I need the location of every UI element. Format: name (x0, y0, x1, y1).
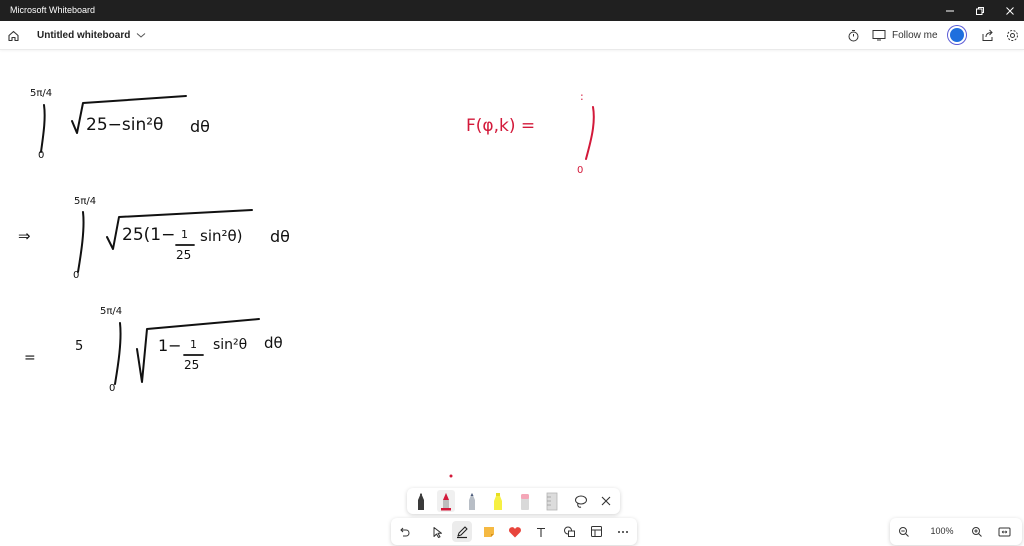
sticky-note-button[interactable] (479, 521, 499, 542)
follow-me-label: Follow me (892, 29, 938, 41)
lasso-select-button[interactable] (572, 490, 590, 512)
more-icon (618, 530, 628, 533)
ink-integral-strokes-4 (585, 106, 595, 160)
gray-pen-icon (469, 493, 475, 510)
share-button[interactable] (981, 21, 994, 49)
home-icon (8, 30, 19, 41)
home-button[interactable] (7, 21, 20, 49)
ink-integrand-b: sin²θ (213, 337, 248, 353)
red-pen-button[interactable] (437, 490, 455, 512)
window-title: Microsoft Whiteboard (10, 5, 96, 15)
user-avatar-button[interactable] (950, 21, 964, 49)
cursor-icon (433, 526, 442, 538)
eraser-button[interactable] (516, 490, 534, 512)
app-toolbar: Untitled whiteboard Follow me (0, 21, 1024, 50)
text-icon (537, 527, 545, 537)
yellow-highlighter-button[interactable] (489, 490, 507, 512)
restore-icon (976, 6, 984, 15)
share-icon (982, 29, 993, 41)
eraser-icon (521, 494, 529, 510)
ruler-button[interactable] (543, 490, 561, 512)
fit-screen-icon (998, 527, 1010, 536)
templates-button[interactable] (586, 521, 606, 542)
undo-icon (400, 527, 410, 536)
undo-button[interactable] (394, 521, 414, 542)
board-name: Untitled whiteboard (37, 29, 131, 41)
timer-icon (848, 29, 859, 41)
zoom-in-button[interactable] (967, 521, 987, 542)
ink-lower-limit: 0 (577, 165, 584, 176)
timer-button[interactable] (847, 21, 860, 49)
close-window-button[interactable] (995, 0, 1024, 21)
sticky-note-icon (484, 526, 494, 537)
minimize-icon (946, 10, 954, 11)
ruler-icon (546, 492, 558, 511)
window-title-bar: Microsoft Whiteboard (0, 0, 1024, 21)
shapes-button[interactable] (559, 521, 579, 542)
zoom-out-button[interactable] (894, 521, 914, 542)
reactions-button[interactable] (505, 521, 525, 542)
ink-fraction-denominator: 25 (184, 358, 200, 372)
ink-dot (449, 474, 453, 478)
avatar (950, 28, 964, 42)
zoom-out-icon (899, 526, 909, 537)
present-screen-icon (872, 30, 886, 41)
pen-palette (407, 488, 620, 514)
board-name-dropdown[interactable]: Untitled whiteboard (37, 21, 147, 49)
zoom-level: 100% (930, 526, 954, 536)
chevron-down-icon (137, 33, 146, 38)
gray-pen-button[interactable] (463, 490, 481, 512)
restore-button[interactable] (965, 0, 995, 21)
settings-button[interactable] (1006, 21, 1019, 49)
heart-icon (509, 526, 521, 537)
ink-lower-limit: 0 (109, 383, 116, 394)
whiteboard-canvas[interactable]: 5π/4 25−sin²θ dθ 0 ⇒ 5π/4 25(1− 1 25 sin… (0, 49, 1024, 546)
pen-tool-button[interactable] (452, 521, 472, 542)
gear-icon (1007, 29, 1018, 41)
close-palette-button[interactable] (597, 490, 615, 512)
ink-integrand-a: 1− (158, 336, 182, 355)
zoom-controls: 100% (890, 518, 1022, 545)
more-button[interactable] (613, 521, 633, 542)
text-button[interactable] (531, 521, 551, 542)
red-pen-icon (441, 493, 451, 511)
minimize-button[interactable] (935, 0, 965, 21)
templates-icon (590, 526, 602, 537)
ink-differential: dθ (264, 334, 283, 352)
lasso-icon (575, 495, 587, 508)
fit-to-screen-button[interactable] (994, 521, 1014, 542)
highlighter-icon (494, 493, 502, 510)
zoom-in-icon (972, 526, 982, 537)
close-icon (601, 496, 611, 506)
follow-me-button[interactable]: Follow me (872, 21, 938, 49)
shapes-icon (563, 526, 575, 537)
ink-fraction-numerator: 1 (190, 338, 197, 351)
select-button[interactable] (427, 521, 447, 542)
pen-icon (457, 525, 468, 538)
black-pen-button[interactable] (412, 490, 430, 512)
close-icon (1006, 6, 1014, 15)
main-toolbar (391, 518, 637, 545)
black-pen-icon (418, 493, 424, 510)
